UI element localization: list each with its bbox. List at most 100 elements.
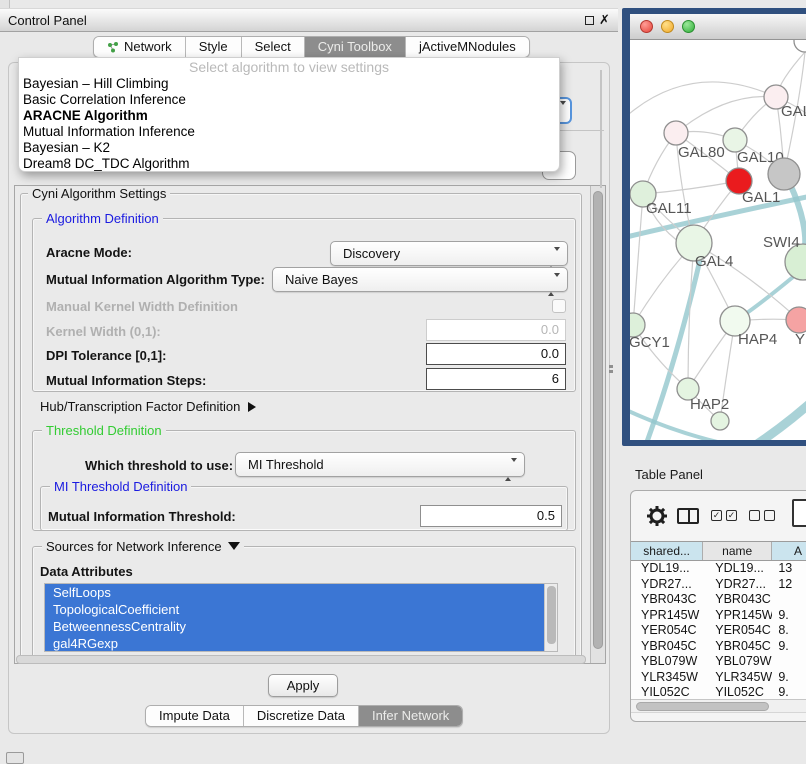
tab-network[interactable]: Network xyxy=(94,37,185,57)
collapse-arrow-icon[interactable] xyxy=(228,542,240,550)
table-cell[interactable]: YDL19... xyxy=(703,561,772,577)
float-window-icon[interactable] xyxy=(585,16,594,25)
network-node-unlabeled[interactable] xyxy=(794,40,806,52)
hidden-dock-tab xyxy=(0,0,10,8)
column-header-name[interactable]: name xyxy=(703,542,772,560)
zoom-window-icon[interactable] xyxy=(682,20,695,33)
table-row[interactable]: YDL19...YDL19...13 xyxy=(631,561,806,577)
minimize-window-icon[interactable] xyxy=(661,20,674,33)
node-label-gal4: GAL4 xyxy=(695,253,733,270)
table-cell[interactable]: YIL052C xyxy=(703,685,772,699)
column-browser-icon[interactable] xyxy=(677,508,699,524)
checked-box-icon[interactable]: ✓ xyxy=(711,510,722,521)
dpi-tolerance-field[interactable]: 0.0 xyxy=(426,343,566,365)
table-cell[interactable]: 12 xyxy=(772,577,806,593)
which-threshold-combo[interactable]: MI Threshold xyxy=(235,452,525,477)
table-cell[interactable]: 9. xyxy=(772,670,806,686)
table-cell[interactable]: YLR345W xyxy=(703,670,772,686)
table-row[interactable]: YBR043CYBR043C xyxy=(631,592,806,608)
tab-style[interactable]: Style xyxy=(185,37,241,57)
checked-box-icon[interactable]: ✓ xyxy=(726,510,737,521)
table-cell[interactable]: YER054C xyxy=(631,623,703,639)
algorithm-option-bayesian-k2[interactable]: Bayesian – K2 xyxy=(19,140,559,156)
mi-steps-field[interactable]: 6 xyxy=(426,368,566,390)
panel-grip[interactable] xyxy=(6,752,24,764)
tab-cyni-toolbox[interactable]: Cyni Toolbox xyxy=(304,37,405,57)
table-row[interactable]: YBR045CYBR045C9. xyxy=(631,639,806,655)
network-node-gal80[interactable] xyxy=(664,121,688,145)
table-row[interactable]: YIL052CYIL052C9. xyxy=(631,685,806,699)
attributes-scrollbar[interactable] xyxy=(544,584,557,651)
apply-button[interactable]: Apply xyxy=(268,674,338,697)
mi-algorithm-type-combo[interactable]: Naive Bayes xyxy=(272,267,568,292)
table-cell[interactable]: 9. xyxy=(772,685,806,699)
table-row[interactable]: YLR345WYLR345W9. xyxy=(631,670,806,686)
table-horizontal-scrollbar[interactable] xyxy=(631,699,806,713)
network-node-unlabeled[interactable] xyxy=(768,158,800,190)
table-cell[interactable] xyxy=(772,592,806,608)
tab-discretize-data[interactable]: Discretize Data xyxy=(243,706,358,726)
sources-group-title: Sources for Network Inference xyxy=(42,539,244,554)
column-header-shared-[interactable]: shared... xyxy=(631,542,703,560)
settings-vertical-scrollbar[interactable] xyxy=(590,186,605,663)
network-node-unlabeled[interactable] xyxy=(711,412,729,430)
attribute-item-selfloops[interactable]: SelfLoops xyxy=(45,584,544,601)
table-row[interactable]: YDR27...YDR27...12 xyxy=(631,577,806,593)
algorithm-option-aracne-algorithm[interactable]: ARACNE Algorithm xyxy=(19,108,559,124)
mi-threshold-field[interactable]: 0.5 xyxy=(420,505,562,527)
table-cell[interactable]: YDL19... xyxy=(631,561,703,577)
table-cell[interactable]: YPR145W xyxy=(703,608,772,624)
unchecked-box-icon[interactable] xyxy=(749,510,760,521)
table-cell[interactable]: YBR045C xyxy=(631,639,703,655)
table-cell[interactable] xyxy=(772,654,806,670)
data-attributes-list[interactable]: SelfLoopsTopologicalCoefficientBetweenne… xyxy=(44,583,558,652)
gear-icon[interactable] xyxy=(645,504,669,528)
hub-definition-expander[interactable]: Hub/Transcription Factor Definition xyxy=(40,399,256,414)
table-row[interactable]: YPR145WYPR145W9. xyxy=(631,608,806,624)
algorithm-option-mutual-information-inference[interactable]: Mutual Information Inference xyxy=(19,124,559,140)
desktop: { "window": { "title": "Control Panel" }… xyxy=(0,0,806,762)
algorithm-option-bayesian-hill-climbing[interactable]: Bayesian – Hill Climbing xyxy=(19,76,559,92)
table-cell[interactable]: YDR27... xyxy=(631,577,703,593)
table-cell[interactable]: YIL052C xyxy=(631,685,703,699)
tab-jactivemnodules[interactable]: jActiveMNodules xyxy=(405,37,529,57)
table-cell[interactable]: 9. xyxy=(772,608,806,624)
settings-horizontal-scrollbar[interactable] xyxy=(16,655,586,664)
table-cell[interactable]: YBR043C xyxy=(631,592,703,608)
table-cell[interactable]: 8. xyxy=(772,623,806,639)
table-row[interactable]: YER054CYER054C8. xyxy=(631,623,806,639)
table-cell[interactable]: 9. xyxy=(772,639,806,655)
table-cell[interactable]: YBR043C xyxy=(703,592,772,608)
table-cell[interactable]: YBR045C xyxy=(703,639,772,655)
attribute-item-gal4rgexp[interactable]: gal4RGexp xyxy=(45,635,544,652)
close-panel-icon[interactable]: ✗ xyxy=(599,12,610,28)
table-cell[interactable]: YDR27... xyxy=(703,577,772,593)
tab-impute-data[interactable]: Impute Data xyxy=(146,706,243,726)
manual-kernel-checkbox[interactable] xyxy=(552,299,566,313)
network-window-titlebar[interactable] xyxy=(630,14,806,40)
network-canvas[interactable]: GALGAL80GAL10GAL1GAL11GAL4SWI4GCY1HAP4YH… xyxy=(630,40,806,440)
table-cell[interactable]: YPR145W xyxy=(631,608,703,624)
table-row[interactable]: YBL079WYBL079W xyxy=(631,654,806,670)
algorithm-option-dream8-dc-tdc-algorithm[interactable]: Dream8 DC_TDC Algorithm xyxy=(19,156,559,172)
document-icon[interactable] xyxy=(792,499,806,527)
splitter-handle[interactable] xyxy=(609,365,615,374)
column-header-a[interactable]: A xyxy=(772,542,806,560)
kernel-width-field[interactable]: 0.0 xyxy=(426,319,566,341)
attribute-item-topologicalcoefficient[interactable]: TopologicalCoefficient xyxy=(45,601,544,618)
table-cell[interactable]: YER054C xyxy=(703,623,772,639)
attribute-item-betweennesscentrality[interactable]: BetweennessCentrality xyxy=(45,618,544,635)
network-node-y[interactable] xyxy=(786,307,806,333)
unchecked-box-icon[interactable] xyxy=(764,510,775,521)
table-cell[interactable]: YBL079W xyxy=(631,654,703,670)
node-label-gal1: GAL1 xyxy=(742,189,780,206)
node-label-swi4: SWI4 xyxy=(763,234,800,251)
aracne-mode-combo[interactable]: Discovery xyxy=(330,241,568,266)
close-window-icon[interactable] xyxy=(640,20,653,33)
table-cell[interactable]: YBL079W xyxy=(703,654,772,670)
table-cell[interactable]: YLR345W xyxy=(631,670,703,686)
tab-infer-network[interactable]: Infer Network xyxy=(358,706,462,726)
algorithm-option-basic-correlation-inference[interactable]: Basic Correlation Inference xyxy=(19,92,559,108)
tab-select[interactable]: Select xyxy=(241,37,304,57)
table-cell[interactable]: 13 xyxy=(772,561,806,577)
